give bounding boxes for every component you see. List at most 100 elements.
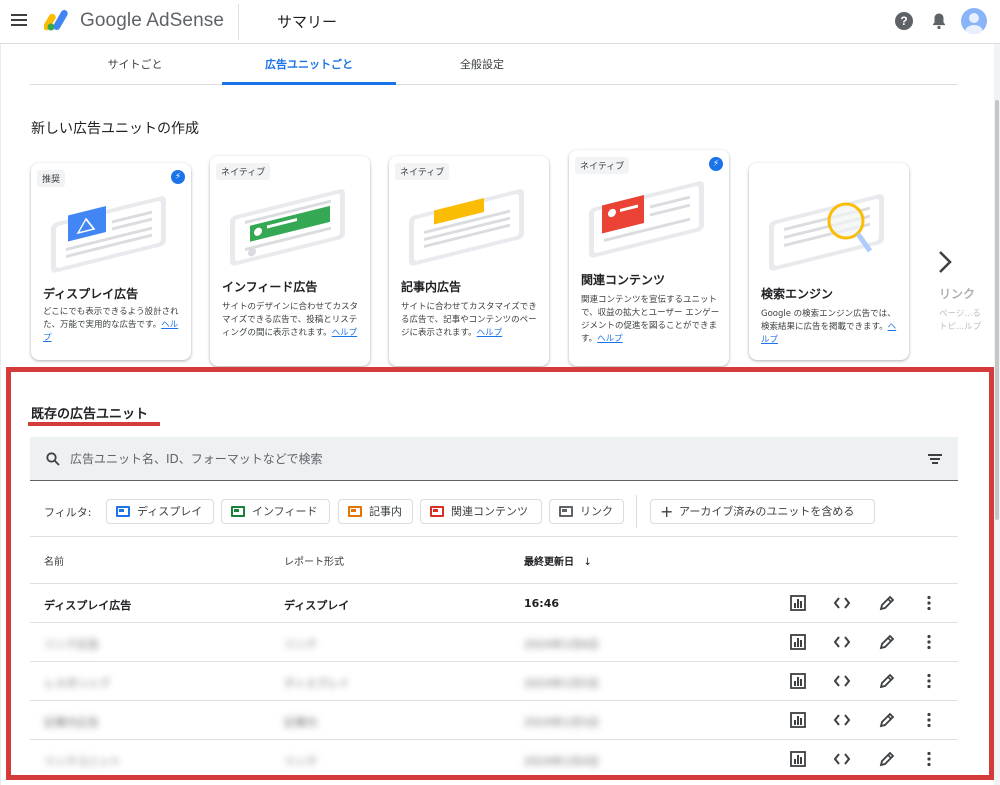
edit-icon[interactable]: [878, 633, 896, 651]
card-badge: ネイティブ: [216, 163, 271, 180]
report-icon[interactable]: [789, 711, 807, 729]
more-vert-icon[interactable]: [920, 711, 938, 729]
table-row[interactable]: リンクユニット リンク 2024年1月4日: [30, 739, 958, 778]
code-icon[interactable]: [833, 594, 851, 612]
cell-last-updated: 2024年1月5日: [524, 716, 599, 729]
search-icon: [46, 452, 60, 466]
help-icon[interactable]: ?: [895, 12, 913, 30]
cell-name: リンク広告: [44, 638, 99, 651]
cell-report-type: リンク: [284, 638, 317, 651]
cell-name: ディスプレイ広告: [44, 599, 132, 612]
edit-icon[interactable]: [878, 711, 896, 729]
card-description: サイトに合わせてカスタマイズできる広告で、記事やコンテンツのページに表示されます…: [401, 302, 537, 338]
table-row[interactable]: ディスプレイ広告 ディスプレイ 16:46: [30, 583, 958, 622]
notification-bell-icon[interactable]: [931, 12, 947, 30]
cell-name: 記事内広告: [44, 716, 99, 729]
code-icon[interactable]: [833, 672, 851, 690]
card-title: ディスプレイ広告: [43, 287, 139, 301]
tab-general-settings[interactable]: 全般設定: [415, 44, 549, 85]
cell-last-updated: 2024年1月6日: [524, 638, 599, 651]
card-description: Google の検索エンジン広告では、検索結果に広告を掲載できます。ヘルプ: [761, 309, 897, 345]
edit-icon[interactable]: [878, 594, 896, 612]
in-article-format-icon: [348, 506, 362, 517]
link-format-icon: [559, 506, 573, 517]
card-title: インフィード広告: [222, 280, 318, 294]
plus-icon: +: [660, 502, 674, 521]
column-header-report-type[interactable]: レポート形式: [284, 553, 344, 568]
tab-by-ad-unit[interactable]: 広告ユニットごと: [222, 44, 396, 85]
column-header-name[interactable]: 名前: [44, 553, 64, 568]
left-rule: [0, 44, 1, 785]
help-link[interactable]: ヘルプ: [597, 334, 623, 344]
tab-bar: サイトごと 広告ユニットごと 全般設定: [30, 44, 958, 85]
cell-report-type: 記事内: [284, 716, 317, 729]
cell-last-updated: 16:46: [524, 597, 560, 610]
card-badge: ネイティブ: [395, 163, 450, 180]
report-icon[interactable]: [789, 594, 807, 612]
search-input[interactable]: [70, 449, 870, 469]
tab-by-site[interactable]: サイトごと: [65, 44, 205, 85]
report-icon[interactable]: [789, 750, 807, 768]
table-top-rule: [30, 536, 958, 537]
chip-divider: [636, 495, 637, 528]
card-search-engine[interactable]: 検索エンジン Google の検索エンジン広告では、検索結果に広告を掲載できます…: [749, 163, 909, 360]
bolt-icon: ⚡: [171, 170, 185, 184]
include-archived-chip[interactable]: + アーカイブ済みのユニットを含める: [650, 499, 875, 524]
header-divider: [238, 4, 239, 40]
in-article-ad-illustration: [409, 189, 524, 266]
card-description: どこにでも表示できるよう設計された、万能で実用的な広告です。ヘルプ: [43, 307, 179, 343]
card-in-article-ad[interactable]: ネイティブ 記事内広告 サイトに合わせてカスタマイズできる広告で、記事やコンテン…: [389, 156, 549, 366]
chip-display[interactable]: ディスプレイ: [106, 499, 214, 524]
code-icon[interactable]: [833, 633, 851, 651]
cell-report-type: リンク: [284, 755, 317, 768]
help-link[interactable]: ヘルプ: [477, 328, 503, 338]
search-bar: [30, 437, 958, 481]
create-section-title: 新しい広告ユニットの作成: [31, 121, 199, 137]
top-bar: Google AdSense サマリー ?: [0, 0, 1000, 44]
card-in-feed-ad[interactable]: ネイティブ インフィード広告 サイトのデザインに合わせてカスタマイズできる広告で…: [210, 156, 370, 366]
chip-in-feed[interactable]: インフィード: [221, 499, 330, 524]
edit-icon[interactable]: [878, 672, 896, 690]
menu-icon[interactable]: [11, 14, 27, 28]
cell-last-updated: 2024年1月5日: [524, 677, 599, 690]
card-related-content[interactable]: ネイティブ ⚡ 関連コンテンツ 関連コンテンツを宣伝するユニットで、収益の拡大と…: [569, 150, 729, 366]
more-vert-icon[interactable]: [920, 672, 938, 690]
table-row[interactable]: 記事内広告 記事内 2024年1月5日: [30, 700, 958, 739]
chip-related-content[interactable]: 関連コンテンツ: [420, 499, 542, 524]
sort-arrow-icon: ↓: [583, 557, 592, 568]
card-display-ad[interactable]: 推奨 ⚡ ディスプレイ広告 どこにでも表示できるよう設計された、万能で実用的な広…: [31, 163, 191, 360]
cell-report-type: ディスプレイ: [284, 677, 350, 690]
table-row[interactable]: リンク広告 リンク 2024年1月6日: [30, 622, 958, 661]
card-title: 関連コンテンツ: [581, 273, 666, 287]
card-description: 関連コンテンツを宣伝するユニットで、収益の拡大とユーザー エンゲージメントの促進…: [581, 295, 720, 344]
code-icon[interactable]: [833, 750, 851, 768]
chip-in-article[interactable]: 記事内: [338, 499, 413, 524]
filter-list-icon[interactable]: [928, 454, 942, 464]
table-row[interactable]: レスポンシブ ディスプレイ 2024年1月5日: [30, 661, 958, 700]
filter-label: フィルタ:: [44, 506, 92, 519]
search-engine-illustration: [769, 194, 884, 271]
card-title: 記事内広告: [401, 280, 462, 294]
chip-link[interactable]: リンク: [549, 499, 624, 524]
card-description: ページ...るトピ...ルプ: [939, 309, 982, 332]
card-description: サイトのデザインに合わせてカスタマイズできる広告で、投稿とリスティングの間に表示…: [222, 302, 359, 338]
account-avatar[interactable]: [961, 8, 987, 34]
more-vert-icon[interactable]: [920, 750, 938, 768]
edit-icon[interactable]: [878, 750, 896, 768]
report-icon[interactable]: [789, 672, 807, 690]
title-underline: [28, 422, 160, 426]
report-icon[interactable]: [789, 633, 807, 651]
more-vert-icon[interactable]: [920, 633, 938, 651]
related-content-format-icon: [430, 506, 444, 517]
scrollbar-thumb[interactable]: [995, 100, 999, 520]
display-format-icon: [116, 506, 130, 517]
help-link[interactable]: ヘルプ: [332, 328, 358, 338]
cell-name: リンクユニット: [44, 755, 121, 768]
page-title: サマリー: [277, 13, 338, 31]
column-header-last-updated[interactable]: 最終更新日 ↓: [524, 553, 592, 568]
card-title: リンク: [939, 287, 976, 301]
carousel-next-icon[interactable]: [930, 244, 960, 280]
more-vert-icon[interactable]: [920, 594, 938, 612]
code-icon[interactable]: [833, 711, 851, 729]
card-badge: ネイティブ: [575, 157, 630, 174]
